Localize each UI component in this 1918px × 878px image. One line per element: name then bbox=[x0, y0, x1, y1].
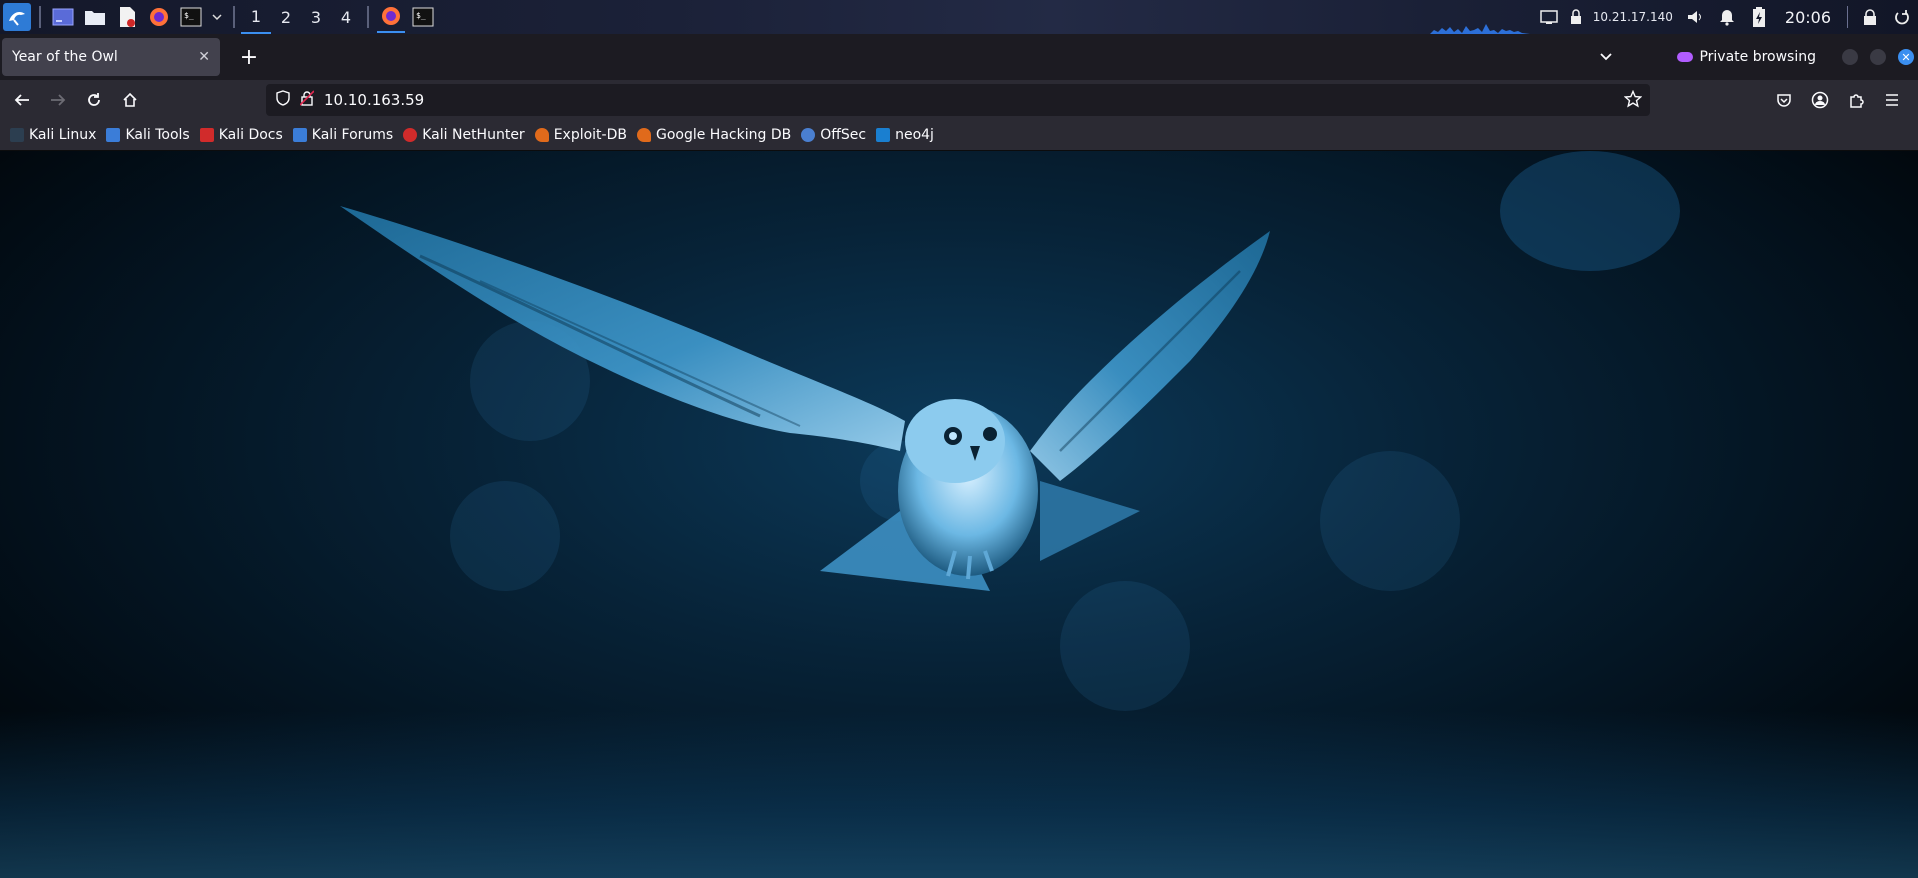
reload-button[interactable] bbox=[78, 84, 110, 116]
panel-separator bbox=[1847, 6, 1848, 28]
bookmark-label: Kali Forums bbox=[311, 127, 394, 143]
panel-separator bbox=[233, 6, 235, 28]
bookmark-kali-nethunter[interactable]: Kali NetHunter bbox=[403, 127, 525, 143]
kali-linux-favicon bbox=[10, 128, 24, 142]
firefox-icon[interactable] bbox=[145, 3, 173, 31]
bookmark-label: Google Hacking DB bbox=[655, 127, 792, 143]
workspace-1[interactable]: 1 bbox=[241, 0, 271, 34]
kali-tools-favicon bbox=[106, 128, 121, 142]
bookmarks-toolbar: Kali Linux Kali Tools Kali Docs Kali For… bbox=[0, 120, 1918, 151]
tab-title: Year of the Owl bbox=[12, 49, 118, 65]
bookmark-exploit-db[interactable]: Exploit-DB bbox=[534, 127, 627, 143]
kali-forums-favicon bbox=[292, 128, 307, 142]
bookmark-neo4j[interactable]: neo4j bbox=[876, 127, 934, 143]
clock[interactable]: 20:06 bbox=[1785, 8, 1831, 27]
bookmark-kali-linux[interactable]: Kali Linux bbox=[10, 127, 96, 143]
kali-menu-icon[interactable] bbox=[3, 3, 31, 31]
bookmark-offsec[interactable]: OffSec bbox=[801, 127, 866, 143]
bookmark-kali-docs[interactable]: Kali Docs bbox=[199, 127, 283, 143]
bookmark-google-hacking-db[interactable]: Google Hacking DB bbox=[636, 127, 792, 143]
forward-button[interactable] bbox=[42, 84, 74, 116]
file-manager-icon[interactable] bbox=[81, 3, 109, 31]
page-content bbox=[0, 151, 1918, 878]
show-desktop-icon[interactable] bbox=[49, 3, 77, 31]
new-tab-button[interactable]: + bbox=[232, 40, 266, 74]
bookmark-star-icon[interactable] bbox=[1623, 89, 1643, 112]
lock-icon[interactable] bbox=[1856, 3, 1884, 31]
tab-year-of-the-owl[interactable]: Year of the Owl ✕ bbox=[2, 38, 220, 76]
volume-icon[interactable] bbox=[1681, 3, 1709, 31]
bookmark-label: Kali Tools bbox=[125, 127, 190, 143]
bookmark-kali-forums[interactable]: Kali Forums bbox=[292, 127, 394, 143]
workspace-2[interactable]: 2 bbox=[271, 0, 301, 34]
navigation-toolbar: 10.10.163.59 bbox=[0, 80, 1918, 120]
exploit-db-favicon bbox=[534, 128, 549, 142]
tab-strip: Year of the Owl ✕ + Private browsing ✕ bbox=[0, 34, 1918, 80]
vpn-icon[interactable] bbox=[1567, 3, 1585, 31]
url-text[interactable]: 10.10.163.59 bbox=[324, 91, 424, 109]
workspace-3[interactable]: 3 bbox=[301, 0, 331, 34]
insecure-lock-icon[interactable] bbox=[299, 90, 315, 110]
svg-text:$_: $_ bbox=[416, 11, 426, 20]
workspace-4[interactable]: 4 bbox=[331, 0, 361, 34]
terminal-icon[interactable]: $_ bbox=[177, 3, 205, 31]
bookmark-label: Kali NetHunter bbox=[422, 127, 525, 143]
kali-nethunter-favicon bbox=[403, 128, 418, 142]
menu-icon[interactable] bbox=[1876, 84, 1908, 116]
private-mask-icon bbox=[1677, 52, 1694, 62]
back-button[interactable] bbox=[6, 84, 38, 116]
system-panel: $_ 1 2 3 4 $_ 10.21.17.140 20:06 bbox=[0, 0, 1918, 34]
close-window-button[interactable]: ✕ bbox=[1898, 49, 1914, 65]
firefox-window-icon[interactable] bbox=[377, 1, 405, 33]
private-browsing-label: Private browsing bbox=[1699, 49, 1816, 65]
notification-bell-icon[interactable] bbox=[1713, 3, 1741, 31]
svg-text:$_: $_ bbox=[184, 11, 194, 20]
list-all-tabs-icon[interactable] bbox=[1591, 42, 1621, 72]
cpu-graph bbox=[1430, 24, 1530, 34]
bookmark-label: OffSec bbox=[820, 127, 867, 143]
neo4j-favicon bbox=[876, 128, 891, 142]
bookmark-kali-tools[interactable]: Kali Tools bbox=[106, 127, 190, 143]
account-icon[interactable] bbox=[1804, 84, 1836, 116]
bookmark-label: Kali Linux bbox=[29, 127, 97, 143]
chevron-down-icon[interactable] bbox=[209, 3, 225, 31]
power-icon[interactable] bbox=[1888, 3, 1916, 31]
panel-separator bbox=[367, 6, 369, 28]
address-bar[interactable]: 10.10.163.59 bbox=[266, 84, 1650, 116]
text-editor-icon[interactable] bbox=[113, 3, 141, 31]
panel-separator bbox=[39, 6, 41, 28]
network-icon[interactable] bbox=[1535, 3, 1563, 31]
terminal-window-icon[interactable]: $_ bbox=[409, 3, 437, 31]
offsec-favicon bbox=[801, 128, 816, 142]
close-tab-icon[interactable]: ✕ bbox=[198, 49, 210, 65]
bottom-mist bbox=[0, 711, 1918, 878]
private-browsing-indicator: Private browsing bbox=[1677, 49, 1816, 65]
google-hacking-db-favicon bbox=[636, 128, 651, 142]
home-button[interactable] bbox=[114, 84, 146, 116]
maximize-button[interactable] bbox=[1870, 49, 1886, 65]
bookmark-label: Exploit-DB bbox=[553, 127, 627, 143]
tracking-protection-icon[interactable] bbox=[276, 90, 290, 110]
minimize-button[interactable] bbox=[1842, 49, 1858, 65]
kali-docs-favicon bbox=[199, 128, 214, 142]
extensions-icon[interactable] bbox=[1840, 84, 1872, 116]
bookmark-label: neo4j bbox=[895, 127, 934, 143]
pocket-icon[interactable] bbox=[1768, 84, 1800, 116]
battery-icon[interactable] bbox=[1745, 3, 1773, 31]
bookmark-label: Kali Docs bbox=[218, 127, 283, 143]
ip-address: 10.21.17.140 bbox=[1592, 10, 1673, 24]
